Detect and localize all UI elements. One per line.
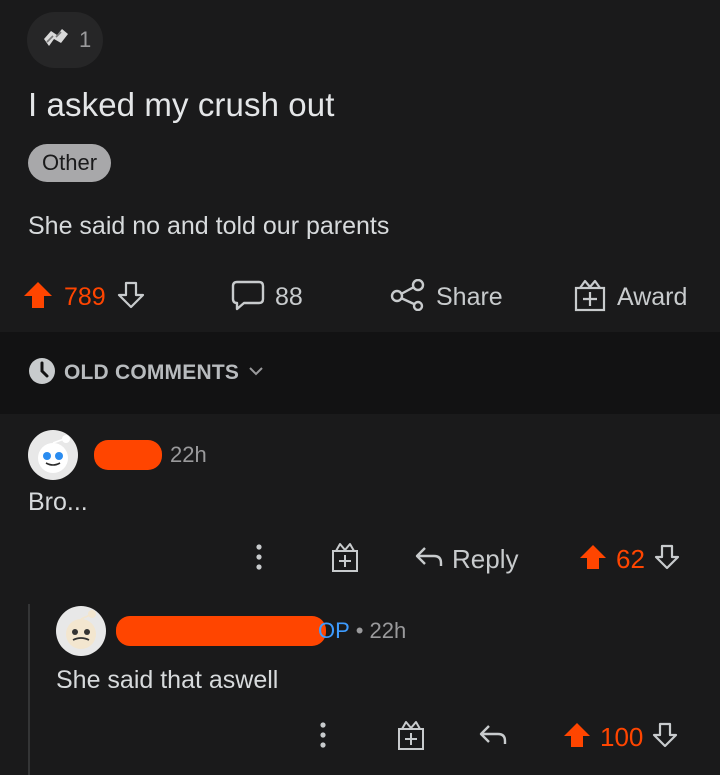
reply-button[interactable]: Reply (414, 534, 518, 584)
comment-actions: 100 (0, 712, 720, 762)
meta-separator: • (355, 618, 364, 643)
comment-actions: Reply 62 (0, 534, 720, 584)
chevron-down-icon (247, 364, 265, 383)
post-vote-count: 789 (64, 282, 106, 311)
upvote-icon[interactable] (22, 280, 54, 315)
comments-section: 22h Bro... Reply 62 OP • 22h She said th… (0, 414, 720, 775)
upvote-icon[interactable] (562, 721, 592, 754)
comment-header: 22h (28, 430, 207, 480)
gift-icon (573, 278, 607, 317)
upvote-icon[interactable] (578, 543, 608, 576)
award-icon (41, 25, 71, 56)
reply-label: Reply (452, 543, 519, 574)
award-count: 1 (79, 27, 92, 52)
comment-icon (231, 279, 265, 316)
post-comments-button[interactable]: 88 (231, 272, 303, 322)
sort-label: OLD COMMENTS (64, 361, 240, 384)
post-award-button[interactable]: Award (573, 272, 687, 322)
comment-time: 22h (369, 618, 407, 643)
comment-body: Bro... (28, 488, 88, 516)
comment-vote-group: 100 (562, 712, 679, 762)
downvote-icon[interactable] (653, 543, 681, 576)
comment-vote-count: 62 (616, 543, 645, 574)
reply-arrow-icon (478, 722, 508, 753)
post-awards[interactable]: 1 (27, 12, 103, 68)
share-label: Share (436, 282, 503, 311)
more-vertical-icon (252, 542, 266, 577)
post-title: I asked my crush out (28, 86, 335, 123)
downvote-icon[interactable] (651, 721, 679, 754)
post-vote-group: 789 (22, 272, 146, 322)
comment-award-button[interactable] (330, 534, 360, 584)
redacted-username (94, 440, 162, 470)
comment-time: 22h (170, 442, 207, 467)
reply-button[interactable] (478, 712, 508, 762)
post-comment-count: 88 (275, 282, 303, 311)
post-actions-bar: 789 88 Share Award (0, 272, 720, 322)
reply-arrow-icon (414, 544, 444, 575)
avatar[interactable] (56, 606, 106, 656)
avatar[interactable] (28, 430, 78, 480)
downvote-icon[interactable] (116, 280, 146, 315)
redacted-username (116, 616, 326, 646)
more-vertical-icon (316, 720, 330, 755)
comment-body: She said that aswell (56, 666, 279, 694)
comment-sort-selector[interactable]: OLD COMMENTS (0, 332, 720, 414)
gift-icon (330, 541, 360, 578)
share-icon (390, 278, 426, 316)
post-flair[interactable]: Other (28, 144, 112, 182)
more-options-button[interactable] (316, 712, 330, 762)
comment-vote-group: 62 (578, 534, 681, 584)
more-options-button[interactable] (252, 534, 266, 584)
comment-vote-count: 100 (600, 721, 644, 752)
award-label: Award (617, 282, 688, 311)
gift-icon (396, 719, 426, 756)
comment-header: OP • 22h (56, 606, 406, 656)
comment-award-button[interactable] (396, 712, 426, 762)
post-body: She said no and told our parents (28, 212, 390, 240)
clock-icon (28, 357, 56, 390)
op-badge: OP (318, 618, 350, 643)
post-share-button[interactable]: Share (390, 272, 503, 322)
post-card: 1 I asked my crush out Other She said no… (0, 0, 720, 332)
